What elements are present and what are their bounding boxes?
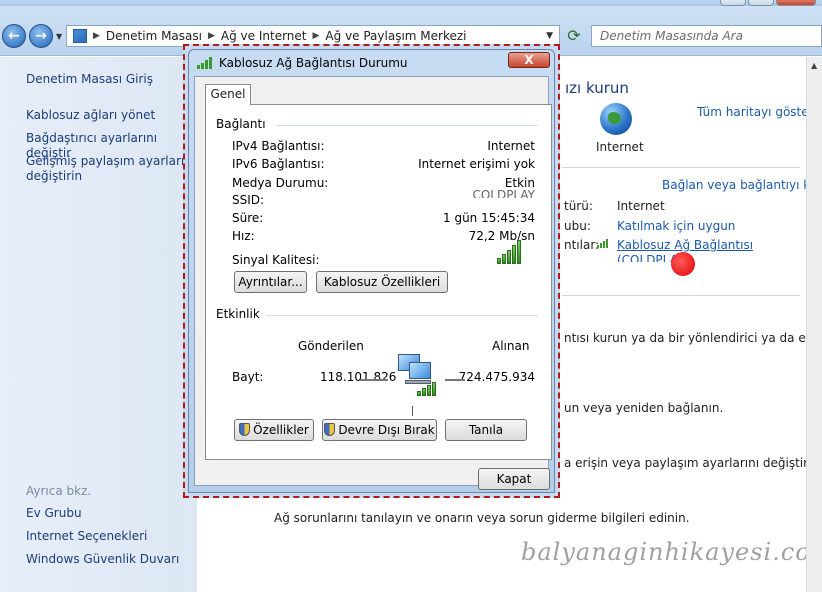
homegroup-link[interactable]: Ev Grubu [26, 506, 82, 521]
see-also-heading: Ayrıca bkz. [26, 484, 92, 498]
uac-shield-icon [239, 423, 251, 436]
group-divider [276, 125, 538, 126]
activity-line-left [360, 379, 388, 381]
forward-button[interactable]: → [29, 24, 53, 48]
connections-label: ntılar: [564, 238, 600, 252]
activity-group-label: Etkinlik [216, 307, 264, 321]
left-navigation-pane: Denetim Masası Giriş Kablosuz ağları yön… [0, 57, 197, 592]
disable-button[interactable]: Devre Dışı Bırak [322, 419, 437, 441]
duration-value: 1 gün 15:45:34 [443, 211, 535, 225]
arrow-left-icon: ← [8, 28, 20, 44]
search-input[interactable]: Denetim Masasında Ara [591, 25, 822, 47]
windows-firewall-link[interactable]: Windows Güvenlik Duvarı [26, 552, 179, 567]
see-full-map-link[interactable]: Tüm haritayı göster [697, 105, 814, 119]
signal-quality-label: Sinyal Kalitesi: [232, 253, 320, 267]
refresh-icon: ⟳ [567, 26, 581, 45]
vertical-scrollbar[interactable]: ▲ [806, 57, 822, 592]
uac-shield-icon [324, 423, 336, 436]
breadcrumb-control-panel[interactable]: Denetim Masası [106, 29, 202, 43]
homegroup-sharing-description: a erişin veya paylaşım ayarlarını değişt… [564, 456, 822, 470]
wireless-connection-link[interactable]: Kablosuz Ağ Bağlantısı [617, 238, 753, 252]
internet-globe-icon[interactable] [600, 103, 632, 135]
dialog-title: Kablosuz Ağ Bağlantısı Durumu [219, 56, 408, 70]
recent-pages-dropdown[interactable]: ▼ [56, 32, 62, 41]
ipv6-value: Internet erişimi yok [418, 157, 535, 171]
control-panel-icon [73, 29, 87, 43]
group-divider [266, 315, 538, 316]
breadcrumb-network-internet[interactable]: Ağ ve Internet [221, 29, 307, 43]
homegroup-label: ubu: [564, 219, 591, 233]
wireless-signal-mini-icon [597, 239, 608, 248]
general-tab-panel: Bağlantı IPv4 Bağlantısı: Internet IPv6 … [205, 104, 552, 460]
advanced-sharing-settings-link-line2[interactable]: değiştirin [26, 169, 82, 184]
troubleshoot-description: Ağ sorunlarını tanılayın ve onarın veya … [274, 511, 690, 525]
disable-button-label: Devre Dışı Bırak [338, 423, 435, 437]
dialog-body: Genel Bağlantı IPv4 Bağlantısı: Internet… [194, 76, 552, 490]
connect-disconnect-link[interactable]: Bağlan veya bağlantıyı kes [662, 178, 822, 192]
bytes-received-value: 724.475.934 [458, 370, 535, 384]
speed-label: Hız: [232, 229, 255, 243]
annotation-red-dot [671, 252, 695, 276]
breadcrumb-separator-icon[interactable]: ▶ [208, 31, 215, 41]
homegroup-join-link[interactable]: Katılmak için uygun [617, 219, 735, 233]
watermark-text: balyanaginhikayesi.com [521, 538, 822, 566]
dialog-frame: Kablosuz Ağ Bağlantısı Durumu X Genel Ba… [188, 49, 555, 493]
breadcrumb-separator-icon[interactable]: ▶ [93, 31, 100, 41]
ipv4-value: Internet [487, 139, 535, 153]
diagnose-button[interactable]: Tanıla [445, 419, 527, 441]
section-divider [562, 295, 800, 296]
close-button[interactable]: Kapat [478, 468, 550, 490]
scroll-up-icon[interactable]: ▲ [811, 61, 817, 70]
manage-wireless-networks-link[interactable]: Kablosuz ağları yönet [26, 108, 155, 123]
internet-options-link[interactable]: Internet Seçenekleri [26, 529, 147, 544]
ipv4-label: IPv4 Bağlantısı: [232, 139, 325, 153]
access-type-value: Internet [617, 199, 665, 213]
access-type-label: türü: [564, 199, 593, 213]
details-button[interactable]: Ayrıntılar... [234, 271, 307, 293]
dialog-close-x-button[interactable]: X [508, 52, 550, 68]
control-panel-home-link[interactable]: Denetim Masası Giriş [26, 72, 153, 87]
activity-divider [412, 406, 413, 416]
properties-button-label: Özellikler [253, 423, 309, 437]
setup-connection-description: ntısı kurun ya da bir yönlendirici ya da… [564, 331, 822, 345]
media-state-label: Medya Durumu: [232, 176, 329, 190]
signal-quality-bars [497, 240, 521, 264]
properties-button[interactable]: Özellikler [234, 419, 314, 441]
received-label: Alınan [492, 339, 530, 353]
ssid-label: SSID: [232, 193, 265, 207]
ipv6-label: IPv6 Bağlantısı: [232, 157, 325, 171]
sent-label: Gönderilen [298, 339, 364, 353]
ssid-value: COLDPLAY [472, 188, 535, 198]
duration-label: Süre: [232, 211, 264, 225]
breadcrumb-separator-icon[interactable]: ▶ [313, 31, 320, 41]
activity-line-right [445, 379, 465, 381]
activity-signal-icon [417, 380, 436, 396]
section-divider [562, 167, 800, 168]
internet-node-label: Internet [596, 140, 644, 154]
bytes-label: Bayt: [232, 370, 264, 384]
connect-network-description: un veya yeniden bağlanın. [564, 401, 724, 415]
arrow-right-icon: → [35, 28, 47, 44]
connection-group-label: Bağlantı [216, 117, 270, 131]
address-history-dropdown-icon[interactable]: ▼ [546, 31, 553, 41]
tab-general[interactable]: Genel [205, 84, 251, 105]
dialog-titlebar: Kablosuz Ağ Bağlantısı Durumu [197, 54, 408, 72]
wireless-properties-button[interactable]: Kablosuz Özellikleri [316, 271, 448, 293]
page-heading-fragment: ızı kurun [565, 79, 629, 97]
back-button[interactable]: ← [2, 24, 26, 48]
breadcrumb-network-sharing-center[interactable]: Ağ ve Paylaşım Merkezi [325, 29, 466, 43]
wireless-signal-icon [197, 57, 212, 69]
refresh-button[interactable]: ⟳ [563, 26, 585, 48]
wireless-status-dialog: Kablosuz Ağ Bağlantısı Durumu X Genel Ba… [183, 44, 560, 498]
advanced-sharing-settings-link[interactable]: Gelişmiş paylaşım ayarlarını [26, 154, 195, 169]
bytes-sent-value: 118.101.826 [320, 370, 397, 384]
